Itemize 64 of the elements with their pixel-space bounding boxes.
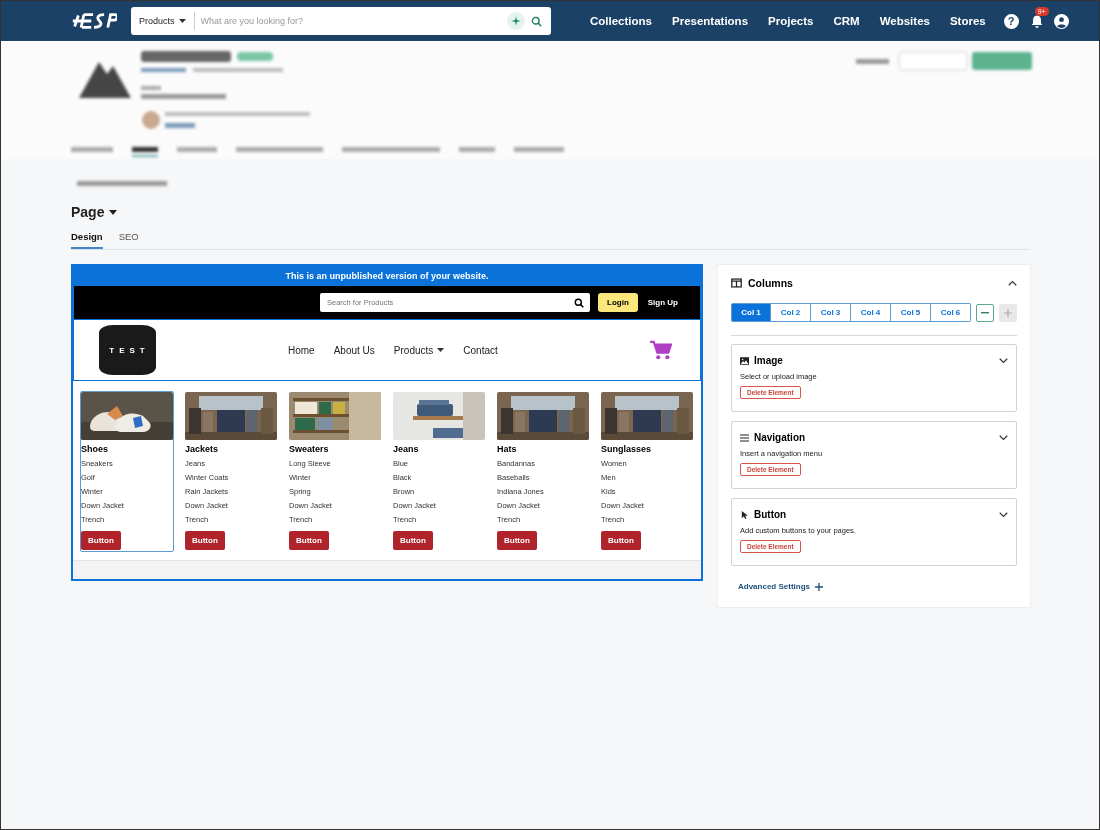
- column-title: Jeans: [393, 444, 420, 454]
- collapse-chevron-icon[interactable]: [1008, 280, 1017, 286]
- caret-icon[interactable]: [178, 18, 186, 24]
- site-menu-link[interactable]: Home: [288, 344, 315, 356]
- column-tab[interactable]: Col 5: [891, 303, 931, 322]
- page-tab[interactable]: SEO: [118, 227, 139, 249]
- unpublished-banner: This is an unpublished version of your website.: [73, 266, 701, 286]
- column-title: Hats: [497, 444, 518, 454]
- site-menu-link[interactable]: About Us: [333, 344, 375, 356]
- expand-chevron-icon[interactable]: [999, 357, 1008, 364]
- site-menu-link[interactable]: Products: [393, 344, 445, 356]
- advanced-settings-link[interactable]: Advanced Settings: [738, 582, 823, 591]
- column-button[interactable]: Button: [393, 531, 433, 550]
- column-tab[interactable]: Col 6: [931, 303, 971, 322]
- image-icon: [740, 356, 749, 365]
- site-menu-link[interactable]: Contact: [463, 344, 498, 356]
- element-title: Image: [754, 355, 784, 366]
- column-tab[interactable]: Col 3: [811, 303, 851, 322]
- nav-link[interactable]: Collections: [590, 15, 652, 27]
- menu-icon: [740, 433, 749, 442]
- caret-icon[interactable]: [109, 209, 118, 215]
- cart-icon[interactable]: [650, 340, 672, 360]
- plus-icon: [815, 582, 823, 591]
- columns-icon: [731, 278, 742, 288]
- nav-link[interactable]: Projects: [768, 15, 814, 27]
- expand-chevron-icon[interactable]: [999, 434, 1008, 441]
- column-title: Sweaters: [289, 444, 330, 454]
- remove-column-button[interactable]: [976, 303, 994, 322]
- panel-title: Columns: [748, 277, 794, 289]
- search-scope-dropdown[interactable]: Products: [131, 12, 195, 30]
- sparkle-icon[interactable]: [507, 12, 525, 30]
- nav-link[interactable]: Stores: [949, 15, 986, 27]
- site-logo[interactable]: TEST: [99, 325, 156, 375]
- search-field[interactable]: Products What are you looking for?: [131, 7, 551, 35]
- column-button[interactable]: Button: [185, 531, 225, 550]
- column-title: Shoes: [81, 444, 109, 454]
- column-button[interactable]: Button: [289, 531, 329, 550]
- column-button[interactable]: Button: [497, 531, 537, 550]
- expand-chevron-icon[interactable]: [999, 511, 1008, 518]
- column-title: Sunglasses: [601, 444, 653, 454]
- help-icon[interactable]: ?: [1003, 13, 1019, 29]
- minus-icon: [981, 311, 989, 314]
- column-title: Jackets: [185, 444, 220, 454]
- column-tab[interactable]: Col 4: [851, 303, 891, 322]
- login-button[interactable]: Login: [598, 293, 638, 312]
- caret-icon[interactable]: [437, 348, 445, 352]
- nav-link[interactable]: CRM: [833, 15, 860, 27]
- search-icon[interactable]: [574, 297, 584, 308]
- logo-icon[interactable]: [71, 11, 117, 31]
- element-title: Navigation: [754, 432, 807, 443]
- nav-link[interactable]: Presentations: [672, 15, 749, 27]
- column-button[interactable]: Button: [601, 531, 641, 550]
- column-tab[interactable]: Col 2: [771, 303, 811, 322]
- column-button[interactable]: Button: [81, 531, 121, 550]
- pointer-icon: [740, 510, 749, 519]
- plus-icon: [1004, 308, 1012, 317]
- sign-up-link[interactable]: Sign Up: [647, 298, 678, 307]
- nav-link[interactable]: Websites: [879, 15, 930, 27]
- element-title: Button: [754, 509, 788, 520]
- bell-icon[interactable]: [1029, 13, 1044, 29]
- page-tab[interactable]: Design: [71, 227, 103, 249]
- user-icon[interactable]: [1053, 13, 1069, 29]
- page-title-dropdown[interactable]: Page: [71, 204, 118, 220]
- column-tab[interactable]: Col 1: [731, 303, 771, 322]
